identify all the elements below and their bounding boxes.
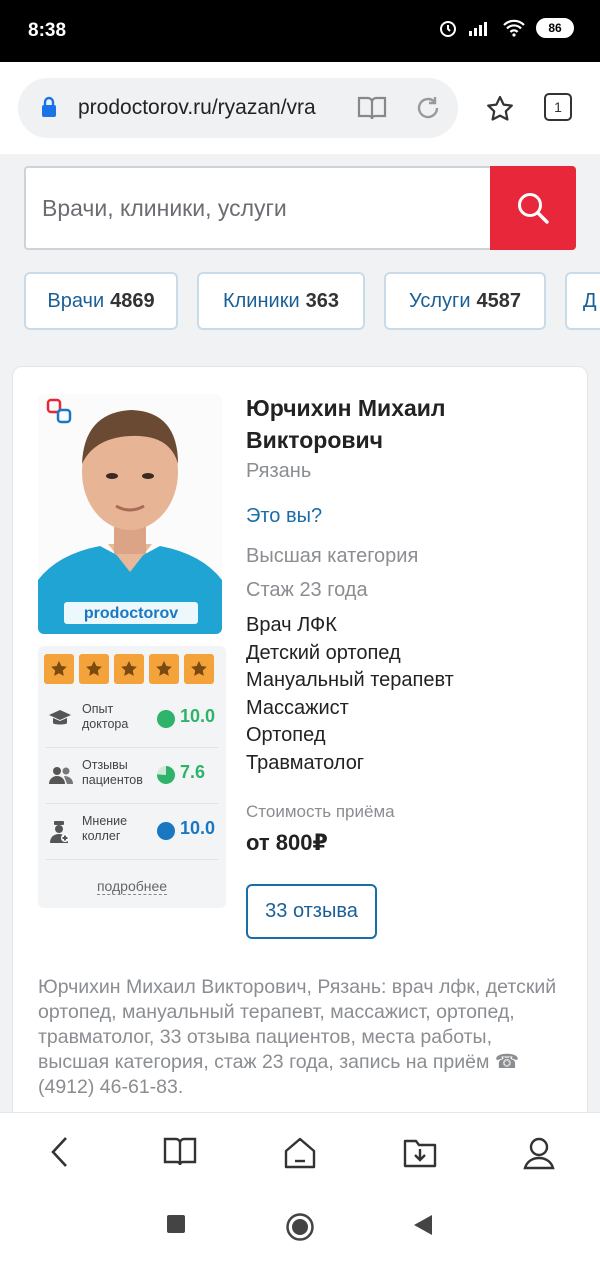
tab-services-count: 4587 [476,289,522,312]
address-bar[interactable]: prodoctorov.ru/ryazan/vra [18,78,458,138]
doctor-category: Высшая категория [246,545,419,567]
search-icon [518,193,549,224]
tab-doctors[interactable]: Врачи 4869 [24,272,178,330]
metric-score-dot [157,710,175,728]
system-navigation-bar [0,1194,600,1266]
reload-icon[interactable] [414,94,442,122]
browser-bottom-nav [0,1112,600,1194]
category-tabs: Врачи 4869 Клиники 363 Услуги 4587 Д [0,262,600,350]
bookmark-star-icon[interactable] [485,94,515,124]
doctor-badge-icon [50,821,69,843]
rating-details-link[interactable]: подробнее [38,878,226,895]
home-circle-icon[interactable] [285,1212,315,1242]
alarm-icon [440,21,456,37]
search-input[interactable] [42,186,482,230]
tab-clinics-label: Клиники [222,289,300,312]
users-icon [49,767,73,784]
metric-patient-reviews: Отзывы пациентов 7.6 [46,748,218,804]
doctor-photo: prodoctorov [38,394,222,634]
home-icon[interactable] [282,1135,318,1171]
metric-label: Опыт доктора [82,702,129,731]
status-time: 8:38 [28,20,67,41]
photo-watermark: prodoctorov [84,605,178,622]
metric-score-pie [157,766,175,784]
metric-label: Отзывы пациентов [82,758,143,787]
specialty-item: Мануальный терапевт [246,669,454,692]
price-label: Стоимость приёма [246,802,395,821]
tab-clinics-count: 363 [305,289,339,312]
reviews-button[interactable]: 33 отзыва [246,884,377,939]
specialty-item: Врач ЛФК [246,614,337,636]
graduation-cap-icon [49,710,71,725]
signal-icon [469,22,487,36]
star-icon [79,654,109,684]
status-icons: 86 [438,18,574,38]
bookmarks-book-icon[interactable] [162,1135,198,1169]
prodoctorov-logo-icon [46,398,72,424]
specialty-item: Детский ортопед [246,641,401,664]
specialty-item: Травматолог [246,751,365,774]
doctor-specialties: Врач ЛФК Детский ортопед Мануальный тера… [246,612,454,778]
wifi-icon [503,19,525,37]
metric-value: 10.0 [180,818,216,838]
tab-clinics[interactable]: Клиники 363 [197,272,365,330]
doctor-experience: Стаж 23 года [246,579,368,601]
reader-mode-icon[interactable] [356,94,388,122]
doctor-description: Юрчихин Михаил Викторович, Рязань: врач … [38,976,557,1098]
doctor-name: Юрчихин Михаил Викторович [246,395,446,453]
browser-toolbar: prodoctorov.ru/ryazan/vra 1 [0,62,600,154]
tabs-counter-button[interactable]: 1 [544,93,572,121]
lock-icon [42,96,56,117]
search-box [24,166,576,250]
tab-services[interactable]: Услуги 4587 [384,272,546,330]
metric-value: 7.6 [180,762,206,782]
specialty-item: Ортопед [246,724,326,747]
back-icon[interactable] [48,1135,70,1169]
metric-label: Мнение коллег [82,814,128,843]
profile-icon[interactable] [522,1135,556,1171]
doctor-city: Рязань [246,460,312,482]
tab-more[interactable]: Д [565,272,600,330]
star-icon [114,654,144,684]
tab-services-label: Услуги [408,289,471,312]
tab-doctors-label: Врачи [47,289,105,312]
metric-value: 10.0 [180,706,216,726]
star-icon [44,654,74,684]
battery-indicator: 86 [536,18,574,38]
price-value: от 800₽ [246,830,328,855]
star-icon [149,654,179,684]
rating-details-link-text[interactable]: подробнее [96,878,168,895]
doctor-portrait: prodoctorov [38,394,222,634]
search-button[interactable] [490,166,576,250]
back-triangle-icon[interactable] [412,1214,434,1236]
is-this-you-link[interactable]: Это вы? [246,505,322,528]
tab-more-label: Д [583,289,597,312]
status-bar: 8:38 86 [0,0,600,62]
tab-doctors-count: 4869 [110,289,155,312]
downloads-icon[interactable] [402,1135,438,1169]
url-text[interactable]: prodoctorov.ru/ryazan/vra [78,96,348,120]
metric-experience: Опыт доктора 10.0 [46,692,218,748]
star-rating [44,654,214,684]
rating-panel: Опыт доктора 10.0 Отзывы пациентов 7.6 М… [38,646,226,908]
search-section [0,154,600,262]
metric-score-dot [157,822,175,840]
metric-colleague-opinion: Мнение коллег 10.0 [46,804,218,860]
star-icon [184,654,214,684]
recent-apps-icon[interactable] [166,1214,186,1234]
specialty-item: Массажист [246,696,349,719]
